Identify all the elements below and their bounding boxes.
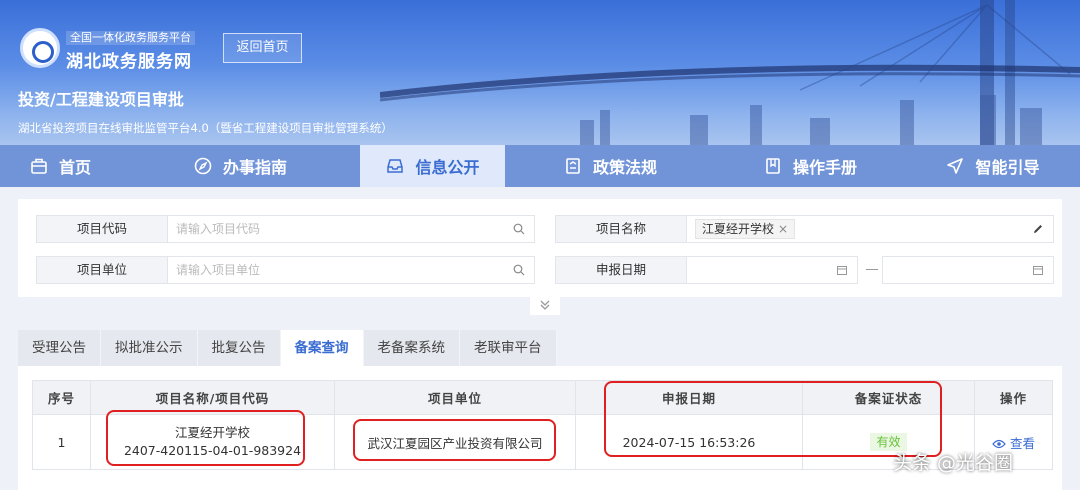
nav-home[interactable]: 首页 <box>0 145 120 187</box>
result-tabs: 受理公告 拟批准公示 批复公告 备案查询 老备案系统 老联审平台 <box>18 330 557 366</box>
col-index-header: 序号 <box>32 380 91 415</box>
nav-manual-label: 操作手册 <box>792 158 857 177</box>
highlight-project-unit <box>353 419 556 461</box>
logo-subtitle: 全国一体化政务服务平台 <box>66 31 195 45</box>
project-name-label: 项目名称 <box>555 215 687 243</box>
filter-report-date: 申报日期 <box>555 256 858 284</box>
calendar-icon <box>1033 266 1043 275</box>
logo-emblem <box>20 28 60 68</box>
watermark: 头条 @光谷圈 <box>893 452 1014 474</box>
nav-info-label: 信息公开 <box>415 158 480 177</box>
nav-info-public[interactable]: 信息公开 <box>360 145 505 187</box>
tab-proposed-approval[interactable]: 拟批准公示 <box>101 330 198 366</box>
project-name-tag-text: 江夏经开学校 <box>702 222 775 236</box>
project-code-label: 项目代码 <box>36 215 168 243</box>
calendar-icon <box>837 266 847 275</box>
navigation-icon <box>945 156 965 176</box>
book-icon <box>763 156 783 176</box>
row-index: 1 <box>32 414 91 470</box>
nav-guide[interactable]: 办事指南 <box>120 145 360 187</box>
inbox-icon <box>385 156 405 176</box>
nav-smart-guide[interactable]: 智能引导 <box>905 145 1080 187</box>
date-start-input[interactable] <box>687 256 858 284</box>
tag-remove-icon[interactable]: × <box>778 222 788 236</box>
logo-title: 湖北政务服务网 <box>66 52 192 72</box>
date-range-separator <box>866 269 878 270</box>
compass-icon <box>193 156 213 176</box>
system-title: 投资/工程建设项目审批 <box>18 90 184 109</box>
nav-policy[interactable]: 政策法规 <box>505 145 715 187</box>
filter-project-name: 项目名称 江夏经开学校 × <box>555 215 1054 243</box>
edit-icon[interactable] <box>1032 223 1044 235</box>
project-code-placeholder: 请输入项目代码 <box>176 222 261 236</box>
back-home-button[interactable]: 返回首页 <box>223 33 302 63</box>
tab-filing-query[interactable]: 备案查询 <box>280 330 364 366</box>
main-nav: 首页 办事指南 信息公开 政策法规 操作手册 智能引导 <box>0 145 1080 187</box>
project-code-input[interactable]: 请输入项目代码 <box>168 215 535 243</box>
project-name-tag: 江夏经开学校 × <box>695 219 796 239</box>
highlight-project-name <box>106 410 305 466</box>
search-filter-panel: 项目代码 请输入项目代码 项目名称 江夏经开学校 × 项目单位 请输入项目单位 申… <box>18 199 1062 297</box>
project-unit-input[interactable]: 请输入项目单位 <box>168 256 535 284</box>
project-name-input[interactable]: 江夏经开学校 × <box>687 215 1054 243</box>
nav-guide-label: 办事指南 <box>222 158 287 177</box>
tab-old-filing-system[interactable]: 老备案系统 <box>363 330 460 366</box>
date-end-input[interactable] <box>882 256 1054 284</box>
expand-filters-button[interactable] <box>530 297 560 315</box>
city-skyline <box>580 95 1042 145</box>
home-icon <box>29 156 49 176</box>
nav-policy-label: 政策法规 <box>592 158 657 177</box>
page-header: 全国一体化政务服务平台 湖北政务服务网 返回首页 投资/工程建设项目审批 湖北省… <box>0 0 1080 145</box>
nav-manual[interactable]: 操作手册 <box>715 145 905 187</box>
project-unit-placeholder: 请输入项目单位 <box>176 263 261 277</box>
highlight-date-status <box>604 381 942 457</box>
view-link-label: 查看 <box>1009 435 1035 451</box>
col-unit-header: 项目单位 <box>334 380 576 415</box>
filter-project-code: 项目代码 请输入项目代码 <box>36 215 535 243</box>
chevron-double-down-icon <box>540 300 550 310</box>
filter-project-unit: 项目单位 请输入项目单位 <box>36 256 535 284</box>
tab-approval-notice[interactable]: 批复公告 <box>197 330 281 366</box>
filter-date-end <box>882 256 1054 284</box>
nav-home-label: 首页 <box>58 158 91 177</box>
document-icon <box>563 156 583 176</box>
tab-acceptance-notice[interactable]: 受理公告 <box>18 330 101 366</box>
search-icon <box>513 264 525 276</box>
tab-old-joint-review[interactable]: 老联审平台 <box>460 330 557 366</box>
col-action-header: 操作 <box>974 380 1053 415</box>
search-icon <box>513 223 525 235</box>
system-description: 湖北省投资项目在线审批监管平台4.0（暨省工程建设项目审批管理系统） <box>18 121 393 135</box>
report-date-label: 申报日期 <box>555 256 687 284</box>
nav-smart-label: 智能引导 <box>975 158 1040 177</box>
project-unit-label: 项目单位 <box>36 256 168 284</box>
